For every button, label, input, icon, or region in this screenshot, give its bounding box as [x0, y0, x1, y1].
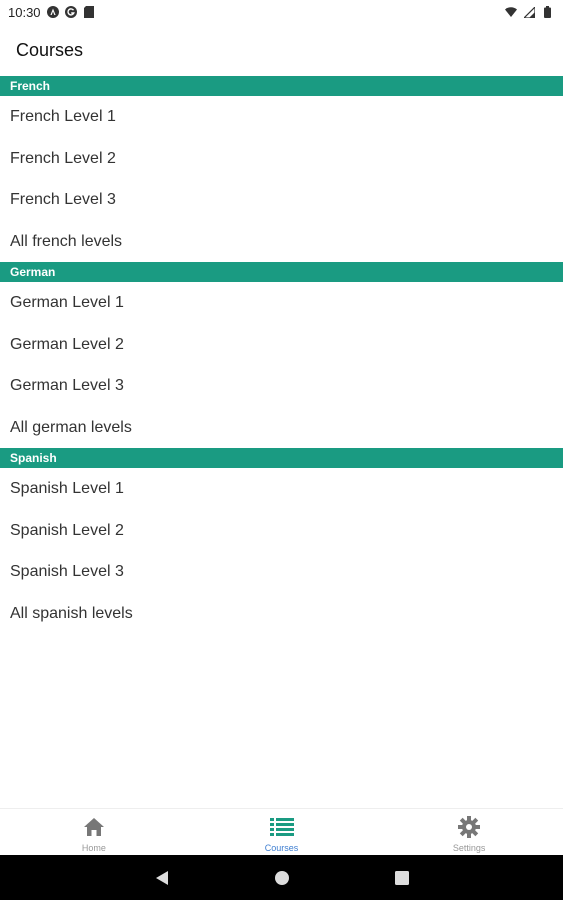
nav-item-home[interactable]: Home: [0, 809, 188, 855]
battery-icon: [541, 6, 553, 18]
home-system-button[interactable]: [222, 855, 342, 900]
list-item[interactable]: All spanish levels: [0, 593, 563, 635]
list-item[interactable]: All german levels: [0, 407, 563, 449]
notification-a-icon: [46, 6, 59, 18]
signal-icon: [523, 6, 535, 18]
list-item[interactable]: Spanish Level 1: [0, 468, 563, 510]
recents-icon: [394, 870, 409, 885]
back-button[interactable]: [102, 855, 222, 900]
status-bar: 10:30: [0, 0, 563, 24]
list-item[interactable]: Spanish Level 3: [0, 551, 563, 593]
status-bar-left: 10:30: [8, 5, 95, 20]
nav-item-courses[interactable]: Courses: [188, 809, 376, 855]
list-item[interactable]: German Level 1: [0, 282, 563, 324]
list-item[interactable]: French Level 3: [0, 179, 563, 221]
list-item[interactable]: German Level 2: [0, 324, 563, 366]
bottom-navigation: Home Courses Settings: [0, 808, 563, 855]
system-navigation-bar: [0, 855, 563, 900]
list-item[interactable]: French Level 2: [0, 138, 563, 180]
app-bar: Courses: [0, 24, 563, 76]
wifi-icon: [505, 6, 517, 18]
section-french: French French Level 1 French Level 2 Fre…: [0, 76, 563, 262]
back-icon: [155, 870, 168, 885]
sd-card-icon: [83, 6, 95, 18]
notification-g-icon: [64, 6, 77, 18]
course-list: French French Level 1 French Level 2 Fre…: [0, 76, 563, 634]
recents-button[interactable]: [342, 855, 462, 900]
status-time: 10:30: [8, 4, 41, 20]
section-header: French: [0, 76, 563, 96]
section-header: German: [0, 262, 563, 282]
section-header: Spanish: [0, 448, 563, 468]
list-item[interactable]: All french levels: [0, 221, 563, 263]
section-spanish: Spanish Spanish Level 1 Spanish Level 2 …: [0, 448, 563, 634]
nav-label-home: Home: [81, 843, 106, 853]
list-item[interactable]: German Level 3: [0, 365, 563, 407]
home-icon: [82, 815, 106, 839]
list-icon: [269, 815, 294, 839]
nav-label-courses: Courses: [264, 843, 299, 853]
section-german: German German Level 1 German Level 2 Ger…: [0, 262, 563, 448]
page-title: Courses: [16, 39, 84, 60]
home-circle-icon: [274, 870, 289, 885]
nav-item-settings[interactable]: Settings: [375, 809, 563, 855]
nav-label-settings: Settings: [452, 843, 486, 853]
list-item[interactable]: Spanish Level 2: [0, 510, 563, 552]
status-bar-right: [505, 6, 553, 18]
gear-icon: [457, 815, 481, 839]
list-item[interactable]: French Level 1: [0, 96, 563, 138]
